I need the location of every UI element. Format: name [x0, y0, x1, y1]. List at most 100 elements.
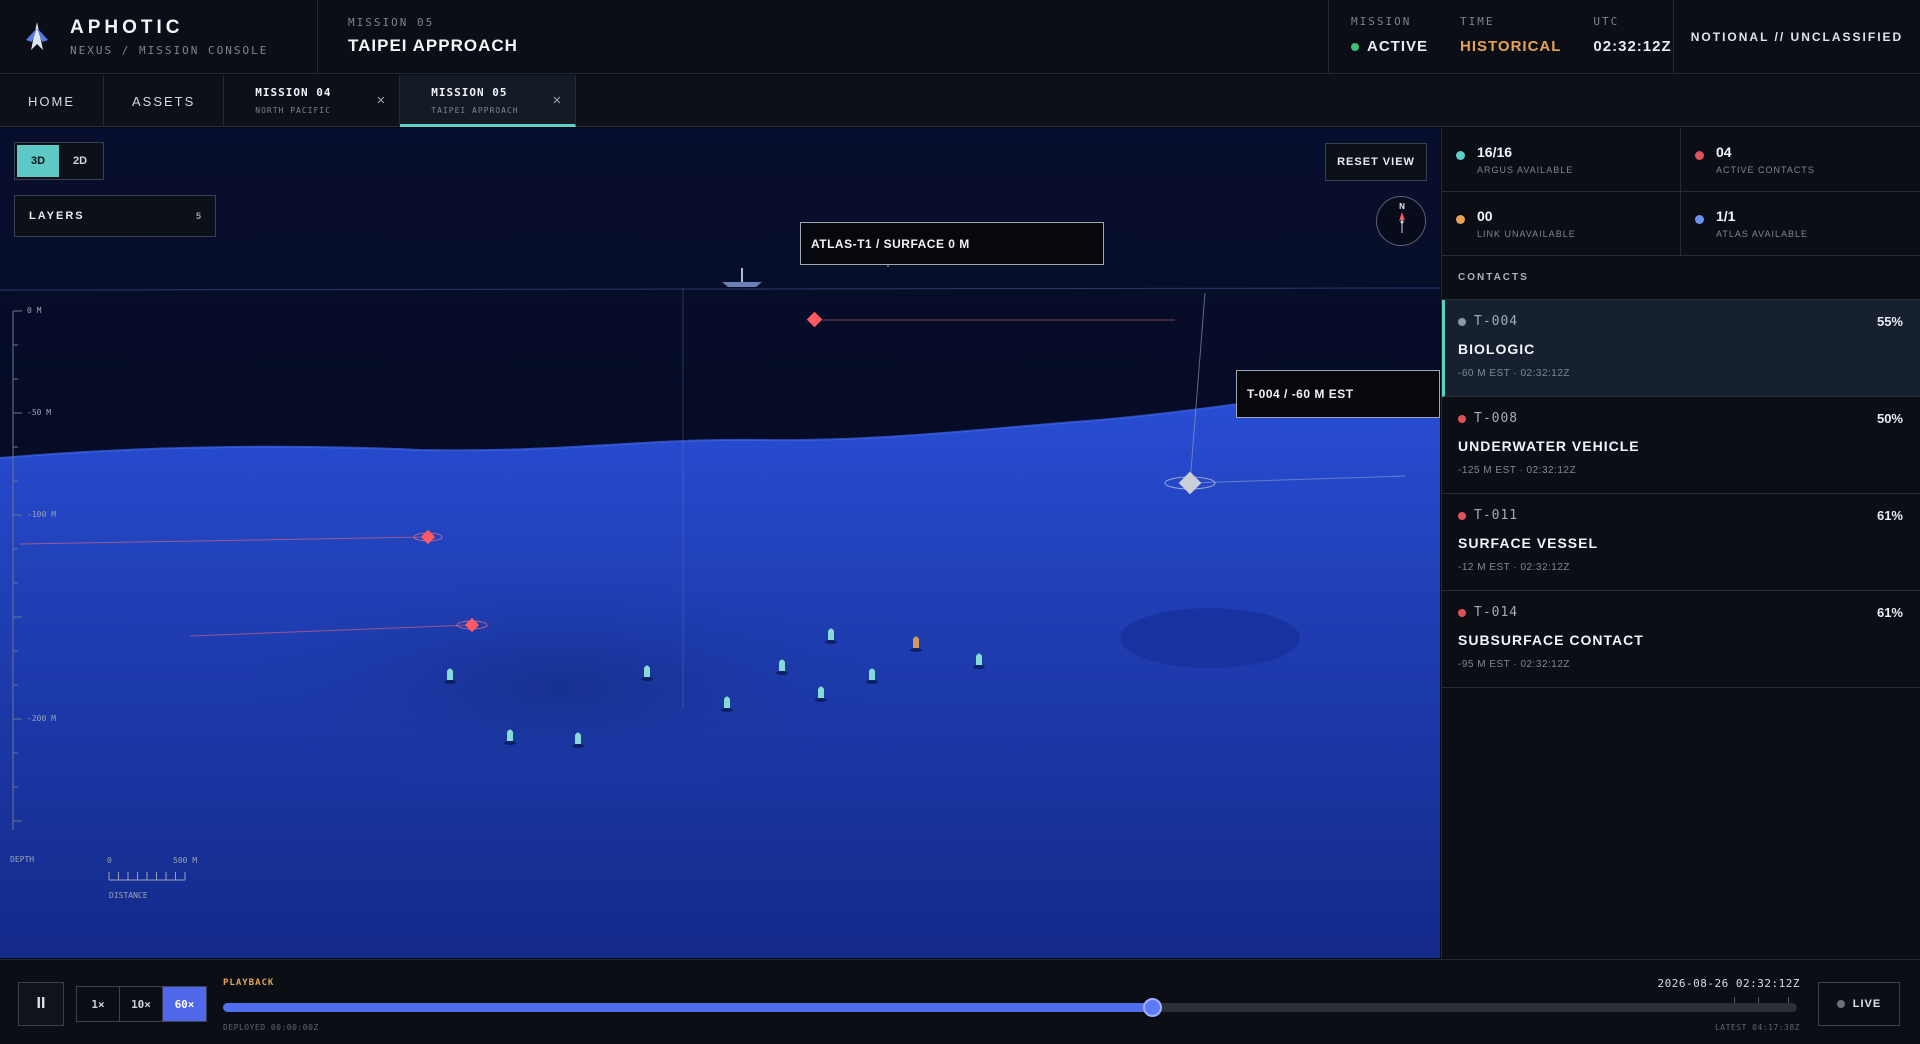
- tab-assets[interactable]: ASSETS: [104, 75, 225, 127]
- time-status-label: TIME: [1460, 15, 1495, 28]
- mission-label: MISSION 05: [348, 16, 435, 29]
- view-mode-toggle: 3D 2D: [14, 142, 104, 180]
- tab-mission-04[interactable]: MISSION 04 NORTH PACIFIC ×: [224, 75, 401, 127]
- playback-current-time: 2026-08-26 02:32:12Z: [1657, 977, 1800, 990]
- status-dot-icon: [1695, 215, 1704, 224]
- depth-axis-label: DEPTH: [10, 855, 35, 864]
- layers-button[interactable]: LAYERS 5: [14, 195, 216, 237]
- depth-tick-label: -50 M: [27, 408, 52, 417]
- stat-value: 00: [1477, 208, 1493, 224]
- contact-name: BIOLOGIC: [1458, 341, 1536, 357]
- close-icon[interactable]: ×: [377, 92, 386, 109]
- speed-selector: 1× 10× 60×: [76, 986, 207, 1022]
- scale-start-label: 0: [107, 856, 112, 865]
- mission-status-value-wrap: ACTIVE: [1351, 38, 1428, 55]
- stat-value: 1/1: [1716, 208, 1736, 224]
- contact-meta: -60 M EST · 02:32:12Z: [1458, 368, 1571, 379]
- speed-60x-button[interactable]: 60×: [163, 987, 206, 1021]
- contacts-heading: CONTACTS: [1442, 256, 1920, 300]
- mission-header: MISSION 05 TAIPEI APPROACH: [318, 0, 1328, 73]
- stat-label: LINK UNAVAILABLE: [1477, 229, 1576, 239]
- contact-meta: -12 M EST · 02:32:12Z: [1458, 562, 1571, 573]
- contact-confidence: 61%: [1876, 508, 1903, 523]
- timeline-marker: [1734, 997, 1735, 1003]
- contact-callout[interactable]: T-004 / -60 M EST: [1236, 370, 1440, 418]
- brand-name: APHOTIC: [70, 17, 184, 38]
- utc-status: UTC 02:32:12Z: [1593, 15, 1671, 73]
- trench-depression: [1120, 608, 1300, 668]
- contact-id: T-014: [1474, 605, 1519, 620]
- active-dot-icon: [1351, 42, 1359, 51]
- layers-count: 5: [195, 211, 201, 221]
- time-status: TIME HISTORICAL: [1460, 15, 1561, 73]
- layers-label: LAYERS: [29, 210, 85, 222]
- atlas-callout[interactable]: ATLAS-T1 / SURFACE 0 M: [800, 222, 1104, 265]
- speed-10x-button[interactable]: 10×: [120, 987, 163, 1021]
- contact-dot-icon: [1458, 608, 1466, 617]
- stat-label: ARGUS AVAILABLE: [1477, 165, 1574, 175]
- top-header: APHOTIC NEXUS / MISSION CONSOLE MISSION …: [0, 0, 1920, 74]
- stat-argus: 16/16 ARGUS AVAILABLE: [1442, 128, 1681, 192]
- contact-name: SUBSURFACE CONTACT: [1458, 632, 1644, 648]
- contacts-sidebar: 16/16 ARGUS AVAILABLE 04 ACTIVE CONTACTS…: [1441, 128, 1920, 958]
- status-group: MISSION ACTIVE TIME HISTORICAL UTC 02:32…: [1328, 0, 1674, 73]
- stat-label: ATLAS AVAILABLE: [1716, 229, 1809, 239]
- view-2d-button[interactable]: 2D: [59, 145, 101, 177]
- compass-icon[interactable]: N: [1376, 196, 1426, 246]
- mission-title: TAIPEI APPROACH: [348, 36, 518, 55]
- utc-label: UTC: [1593, 15, 1620, 28]
- contact-item-t014[interactable]: T-014 61% SUBSURFACE CONTACT -95 M EST ·…: [1442, 591, 1920, 688]
- contact-name: UNDERWATER VEHICLE: [1458, 438, 1640, 454]
- contact-name: SURFACE VESSEL: [1458, 535, 1599, 551]
- timeline-marker: [1788, 997, 1789, 1003]
- speed-1x-button[interactable]: 1×: [77, 987, 120, 1021]
- stat-value: 16/16: [1477, 144, 1513, 160]
- arrowhead-logo-icon: [26, 22, 48, 50]
- tab-mission-05[interactable]: MISSION 05 TAIPEI APPROACH ×: [400, 75, 577, 127]
- depth-tick-label: -200 M: [27, 714, 56, 723]
- deployed-time: DEPLOYED 00:00:00Z: [223, 1023, 319, 1032]
- timeline-marker: [1758, 997, 1759, 1003]
- playback-timeline[interactable]: [223, 997, 1797, 1017]
- reset-view-button[interactable]: RESET VIEW: [1325, 143, 1427, 181]
- contact-meta: -95 M EST · 02:32:12Z: [1458, 659, 1571, 670]
- time-status-value: HISTORICAL: [1460, 38, 1562, 55]
- contact-dot-icon: [1458, 511, 1466, 520]
- playback-bar: II 1× 10× 60× PLAYBACK 2026-08-26 02:32:…: [0, 959, 1920, 1044]
- tab-home[interactable]: HOME: [0, 75, 104, 127]
- seafloor-scene[interactable]: [0, 128, 1440, 958]
- contact-item-t004[interactable]: T-004 55% BIOLOGIC -60 M EST · 02:32:12Z: [1442, 300, 1920, 397]
- live-button[interactable]: LIVE: [1818, 982, 1900, 1026]
- contact-id: T-008: [1474, 411, 1519, 426]
- timeline-progress: [223, 1003, 1152, 1012]
- contact-id: T-011: [1474, 508, 1519, 523]
- map-viewport[interactable]: 3D 2D LAYERS 5 RESET VIEW N ATLAS-T1 / S…: [0, 128, 1440, 958]
- playback-label: PLAYBACK: [223, 978, 275, 988]
- pause-icon: II: [36, 995, 46, 1012]
- utc-value: 02:32:12Z: [1593, 38, 1672, 55]
- asset-stats: 16/16 ARGUS AVAILABLE 04 ACTIVE CONTACTS…: [1442, 128, 1920, 256]
- contact-confidence: 50%: [1876, 411, 1903, 426]
- basin-depression: [230, 578, 890, 798]
- distance-label: DISTANCE: [109, 891, 148, 900]
- stat-value: 04: [1716, 144, 1732, 160]
- contact-item-t011[interactable]: T-011 61% SURFACE VESSEL -12 M EST · 02:…: [1442, 494, 1920, 591]
- close-icon[interactable]: ×: [553, 92, 562, 109]
- stat-contacts: 04 ACTIVE CONTACTS: [1681, 128, 1920, 192]
- brand[interactable]: APHOTIC NEXUS / MISSION CONSOLE: [0, 0, 318, 74]
- brand-subtitle: NEXUS / MISSION CONSOLE: [70, 44, 269, 57]
- status-dot-icon: [1456, 215, 1465, 224]
- compass-north: N: [1399, 202, 1405, 211]
- view-3d-button[interactable]: 3D: [17, 145, 59, 177]
- contact-item-t008[interactable]: T-008 50% UNDERWATER VEHICLE -125 M EST …: [1442, 397, 1920, 494]
- timeline-scrubber-handle[interactable]: [1142, 998, 1162, 1017]
- classification-banner: NOTIONAL // UNCLASSIFIED: [1690, 29, 1904, 44]
- pause-button[interactable]: II: [18, 982, 64, 1026]
- stat-label: ACTIVE CONTACTS: [1716, 165, 1815, 175]
- scale-end-label: 500 M: [173, 856, 198, 865]
- mission-status: MISSION ACTIVE: [1351, 15, 1428, 73]
- contact-confidence: 61%: [1876, 605, 1903, 620]
- status-dot-icon: [1695, 151, 1704, 160]
- mission-status-label: MISSION: [1351, 15, 1412, 28]
- depth-tick-label: -100 M: [27, 510, 56, 519]
